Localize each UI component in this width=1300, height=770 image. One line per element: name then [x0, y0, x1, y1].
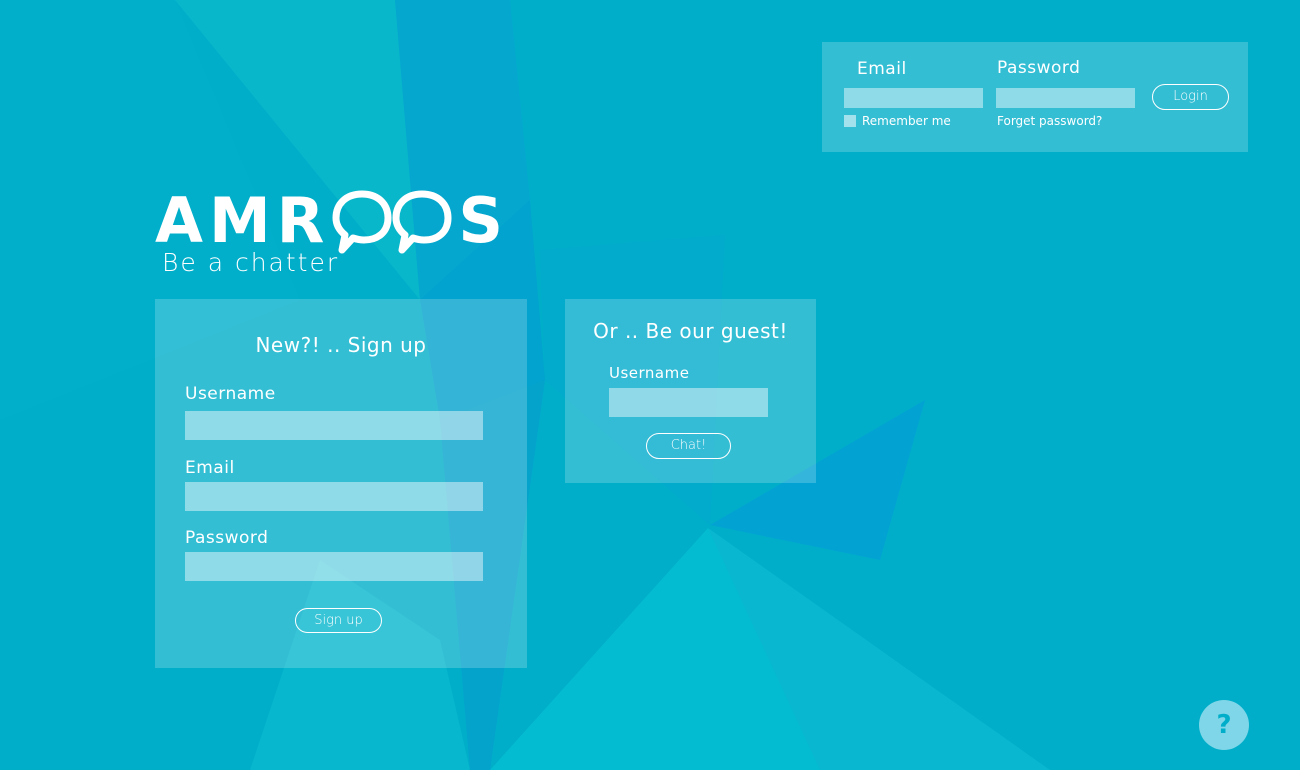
login-panel: Email Password Login Remember me Forget … [822, 42, 1248, 152]
remember-me-checkbox[interactable] [844, 115, 856, 127]
guest-title: Or .. Be our guest! [593, 319, 788, 343]
login-password-label: Password [997, 58, 1081, 78]
remember-me-row: Remember me [844, 114, 951, 128]
login-password-input[interactable] [996, 88, 1135, 108]
logo-text-prefix: AMR [155, 184, 331, 257]
logo: AMR S Be a chatter [155, 184, 504, 278]
signup-panel: New?! .. Sign up Username Email Password… [155, 299, 527, 668]
signup-button[interactable]: Sign up [295, 608, 382, 633]
signup-username-input[interactable] [185, 411, 483, 440]
chat-button[interactable]: Chat! [646, 433, 731, 459]
login-email-label: Email [857, 59, 907, 79]
remember-me-label[interactable]: Remember me [862, 114, 951, 128]
signup-password-input[interactable] [185, 552, 483, 581]
logo-text-suffix: S [458, 184, 504, 257]
forgot-password-link[interactable]: Forget password? [997, 114, 1102, 128]
login-button[interactable]: Login [1152, 84, 1229, 110]
guest-username-label: Username [609, 364, 690, 382]
help-button[interactable]: ? [1199, 700, 1249, 750]
signup-title: New?! .. Sign up [255, 333, 427, 357]
signup-password-label: Password [185, 528, 269, 548]
tagline: Be a chatter [162, 248, 340, 277]
guest-panel: Or .. Be our guest! Username Chat! [565, 299, 816, 483]
login-email-input[interactable] [844, 88, 983, 108]
logo-wordmark: AMR S [155, 184, 504, 257]
signup-username-label: Username [185, 384, 276, 404]
signup-email-input[interactable] [185, 482, 483, 511]
guest-username-input[interactable] [609, 388, 768, 417]
chat-bubbles-icon [332, 190, 452, 254]
signup-email-label: Email [185, 458, 235, 478]
